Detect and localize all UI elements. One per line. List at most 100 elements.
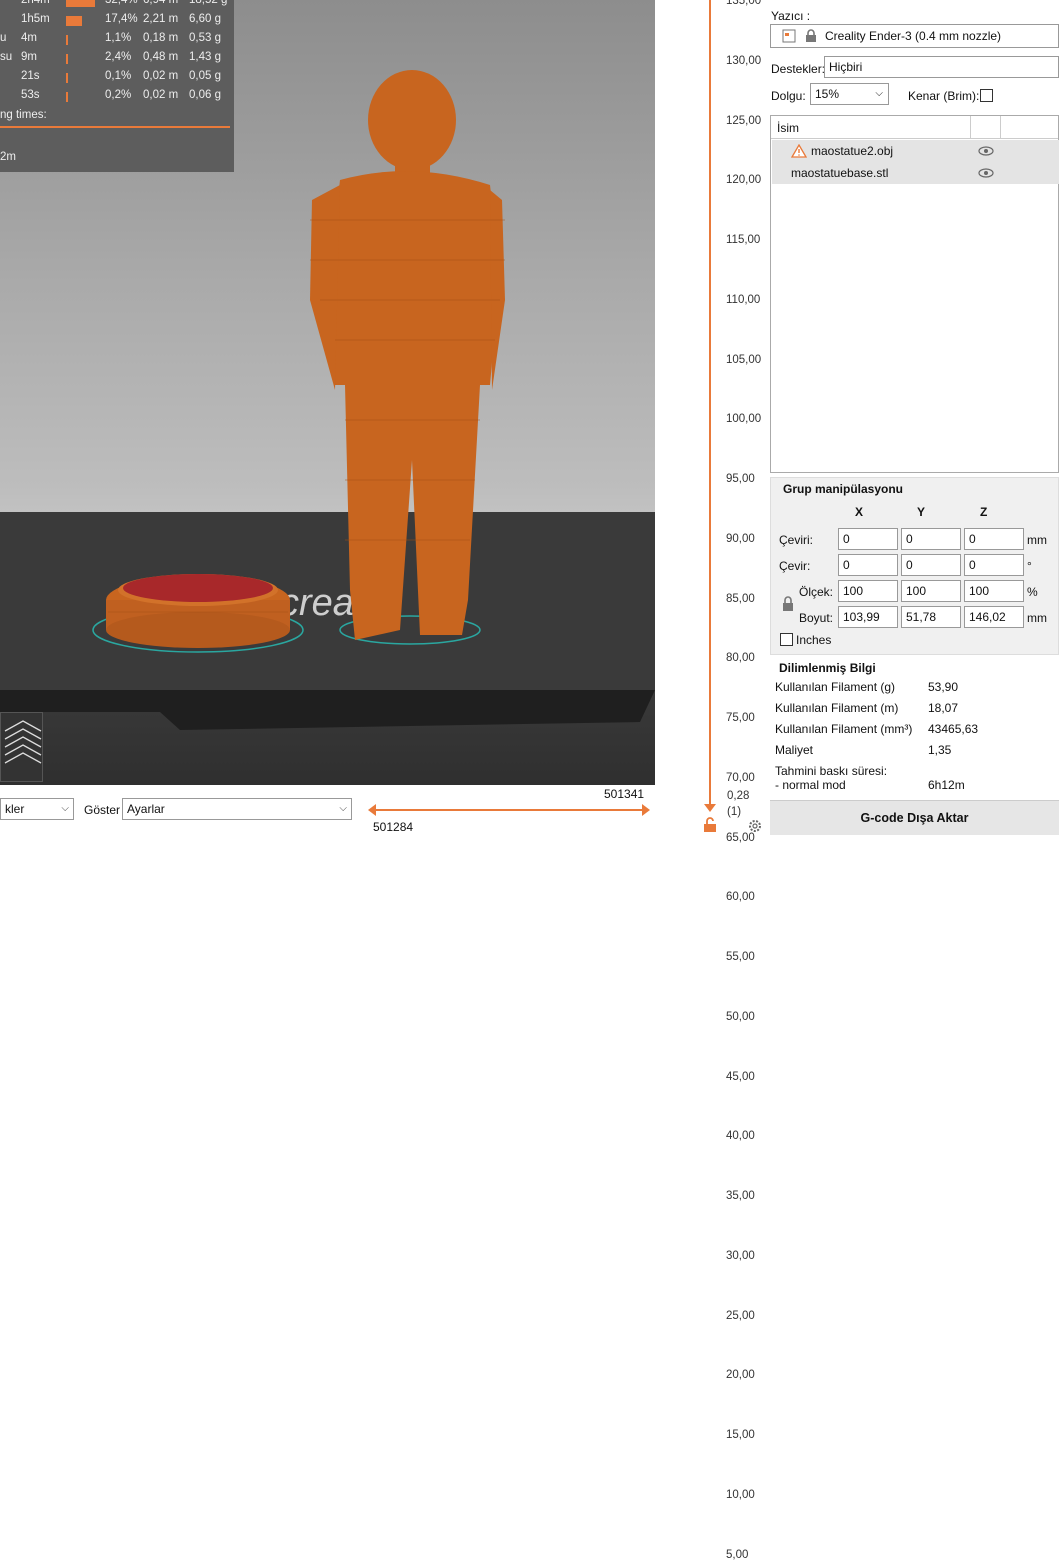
layer-tick: 125,00 — [726, 114, 762, 127]
chevron-down-icon: ⌵ — [875, 88, 883, 99]
group-field-z[interactable]: 0 — [964, 528, 1024, 550]
header-divider — [1000, 116, 1001, 139]
feature-bar — [66, 0, 96, 7]
group-field-y[interactable]: 100 — [901, 580, 961, 602]
feature-percent: 32,4% — [105, 0, 138, 6]
feature-name: u — [0, 32, 7, 44]
feature-bar — [66, 54, 69, 64]
layer-tick: 135,00 — [726, 0, 762, 7]
axis-x-label: X — [855, 505, 864, 519]
print-stats-overlay: 2h4m 32,4% 6,94 m 18,52 g 1h5m 17,4% 2,21 m 6,6… — [0, 0, 234, 172]
slider-bottom-handle[interactable] — [704, 804, 716, 812]
stats-footer-label: ng times: — [0, 109, 47, 121]
unlock-icon[interactable] — [702, 817, 718, 833]
printer-value: Creality Ender-3 (0.4 mm nozzle) — [825, 29, 1002, 43]
layer-tick: 115,00 — [726, 234, 761, 246]
show-select[interactable]: Ayarlar ⌵ — [122, 798, 352, 820]
layers-icon[interactable] — [0, 712, 43, 782]
inches-label: Inches — [796, 633, 832, 647]
base-bottom — [106, 612, 290, 648]
layer-tick: 120,00 — [726, 174, 762, 187]
3d-viewport[interactable]: creality 2h4m 32,4% 6,94 m 18,52 g 1h5m 17,4%… — [0, 0, 655, 785]
slider-right-handle[interactable] — [642, 804, 650, 816]
layer-tick: 105,00 — [726, 353, 762, 366]
layer-tick: 55,00 — [726, 951, 755, 963]
layer-tick: 25,00 — [726, 1309, 755, 1322]
view-type-select[interactable]: kler ⌵ — [0, 798, 74, 820]
layer-tick: 35,00 — [726, 1190, 755, 1202]
lock-icon — [806, 29, 816, 42]
feature-bar — [66, 92, 68, 102]
sliced-row-label: Kullanılan Filament (mm³) — [775, 722, 913, 736]
list-header: İsim — [771, 116, 1058, 139]
lock-icon[interactable] — [781, 596, 795, 612]
group-row-label: Çevir: — [779, 559, 811, 573]
group-field-z[interactable]: 146,02 — [964, 606, 1024, 628]
horizontal-move-slider[interactable] — [368, 800, 650, 820]
inches-checkbox[interactable] — [780, 633, 793, 646]
feature-time: 1h5m — [21, 13, 50, 25]
base-top-surface — [123, 574, 273, 602]
layer-slider[interactable]: 135,00 130,00 125,00 120,00 115,00 110,00 105,… — [690, 0, 770, 1561]
eye-icon[interactable] — [978, 166, 994, 180]
layer-tick: 70,00 — [726, 771, 755, 784]
feature-percent: 0,2% — [105, 89, 132, 101]
feature-percent: 17,4% — [105, 13, 138, 25]
feature-weight: 0,06 g — [189, 89, 221, 101]
move-bottom-value: 501284 — [373, 820, 414, 834]
list-item[interactable]: maostatue2.obj — [772, 140, 1059, 162]
supports-label: Destekler: — [771, 62, 826, 76]
group-field-y[interactable]: 51,78 — [901, 606, 961, 628]
group-field-x[interactable]: 100 — [838, 580, 898, 602]
feature-percent: 2,4% — [105, 51, 132, 63]
group-field-x[interactable]: 0 — [838, 528, 898, 550]
supports-select[interactable]: Hiçbiri — [824, 56, 1059, 78]
chevron-down-icon: ⌵ — [61, 803, 69, 814]
sliced-row-value: 1,35 — [928, 743, 952, 757]
list-item[interactable]: maostatuebase.stl — [772, 162, 1059, 184]
layer-tick: 100,00 — [726, 413, 762, 426]
sliced-row-value: 18,07 — [928, 701, 959, 715]
axis-z-label: Z — [980, 505, 988, 519]
stats-divider — [0, 126, 230, 128]
eye-icon[interactable] — [978, 144, 994, 158]
sliced-row-value: 43465,63 — [928, 722, 979, 736]
layer-tick: 5,00 — [726, 1548, 749, 1561]
feature-length: 0,02 m — [143, 89, 179, 101]
brim-label: Kenar (Brim): — [908, 89, 980, 103]
feature-time: 9m — [21, 51, 37, 63]
print-time-label: Tahmini baskı süresi: — [775, 764, 888, 778]
feature-length: 2,21 m — [143, 13, 179, 25]
feature-weight: 0,05 g — [189, 70, 221, 82]
infill-select[interactable]: 15% ⌵ — [810, 83, 889, 105]
axis-y-label: Y — [917, 505, 926, 519]
gear-icon[interactable] — [747, 818, 763, 834]
list-header-name: İsim — [777, 121, 799, 135]
object-list[interactable]: İsim maostatue2.obj maostatuebase.stl — [770, 115, 1059, 473]
feature-time: 21s — [21, 70, 40, 82]
export-gcode-button[interactable]: G-code Dışa Aktar — [770, 800, 1059, 835]
brim-checkbox[interactable] — [980, 89, 993, 102]
group-manipulation: Grup manipülasyonu X Y Z Çeviri: 0 0 0 mm Çev… — [770, 477, 1059, 655]
layer-tick: 90,00 — [726, 532, 755, 545]
stats-row: 53s 0,2% 0,02 m 0,06 g — [0, 89, 234, 105]
slider-left-handle[interactable] — [368, 804, 376, 816]
export-label: G-code Dışa Aktar — [860, 811, 969, 825]
group-field-x[interactable]: 103,99 — [838, 606, 898, 628]
bed-edge — [0, 690, 655, 730]
chevron-down-icon: ⌵ — [339, 803, 347, 814]
group-row-unit: % — [1027, 585, 1038, 599]
feature-time: 4m — [21, 32, 37, 44]
group-field-x[interactable]: 0 — [838, 554, 898, 576]
group-field-z[interactable]: 0 — [964, 554, 1024, 576]
stats-row: 1h5m 17,4% 2,21 m 6,60 g — [0, 13, 234, 29]
printer-label: Yazıcı : — [771, 9, 811, 23]
feature-bar — [66, 35, 68, 45]
group-field-y[interactable]: 0 — [901, 554, 961, 576]
bottom-layer-value: (1) — [727, 806, 742, 818]
group-field-y[interactable]: 0 — [901, 528, 961, 550]
sliced-row-label: Kullanılan Filament (g) — [775, 680, 896, 694]
group-field-z[interactable]: 100 — [964, 580, 1024, 602]
layer-slider-track[interactable] — [698, 0, 728, 835]
feature-length: 6,94 m — [143, 0, 179, 6]
